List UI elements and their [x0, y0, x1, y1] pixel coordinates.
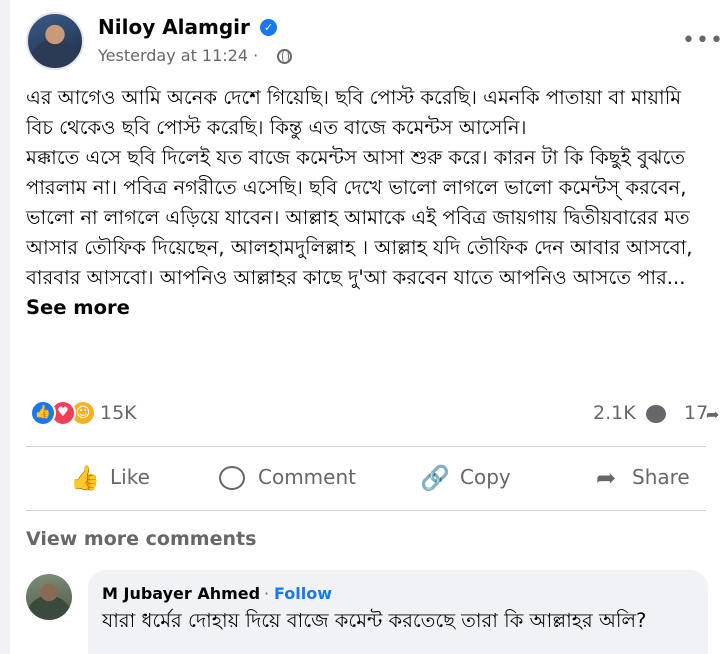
- post-paragraph-2-text: মক্কাতে এসে ছবি দিলেই যত বাজে কমেন্টস আস…: [26, 146, 693, 289]
- divider-top: [26, 446, 706, 447]
- timestamp-text[interactable]: Yesterday at 11:24: [98, 46, 248, 65]
- commenter-avatar[interactable]: [26, 574, 72, 620]
- share-count-icon: ➦: [706, 405, 720, 424]
- copy-label: Copy: [460, 465, 511, 489]
- like-reaction-icon: 👍: [30, 400, 56, 426]
- comment-label: Comment: [258, 465, 356, 489]
- follow-button[interactable]: Follow: [274, 584, 332, 603]
- timestamp-separator: ·: [253, 46, 259, 65]
- comments-count[interactable]: 2.1K: [593, 402, 636, 424]
- share-button[interactable]: ➦ Share: [592, 462, 712, 496]
- share-arrow-icon: ➦: [595, 464, 617, 492]
- view-more-comments-link[interactable]: View more comments: [26, 528, 256, 550]
- comment-button[interactable]: Comment: [218, 462, 388, 496]
- see-more-link[interactable]: See more: [26, 296, 130, 319]
- post-paragraph-2: মক্কাতে এসে ছবি দিলেই যত বাজে কমেন্টস আস…: [26, 143, 706, 323]
- globe-icon[interactable]: [277, 49, 292, 64]
- thumbs-up-icon: 👍: [70, 464, 100, 492]
- author-avatar[interactable]: [26, 12, 84, 70]
- post-timestamp[interactable]: Yesterday at 11:24 ·: [98, 46, 258, 65]
- comment-text: যারা ধর্মের দোহায় দিয়ে বাজে কমেন্ট করত…: [102, 609, 647, 632]
- author-name[interactable]: Niloy Alamgir: [98, 15, 250, 39]
- speech-bubble-icon: [218, 464, 246, 492]
- share-label: Share: [632, 465, 690, 489]
- shares-count[interactable]: 17: [684, 402, 708, 424]
- post-card: Niloy Alamgir ✓ Yesterday at 11:24 · •••…: [10, 0, 720, 654]
- copy-button[interactable]: 🔗 Copy: [420, 462, 540, 496]
- post-header: Niloy Alamgir ✓ Yesterday at 11:24 · •••: [10, 10, 720, 74]
- comment-bubble: M Jubayer Ahmed · Follow যারা ধর্মের দোহ…: [88, 570, 708, 654]
- reaction-count[interactable]: 15K: [100, 402, 137, 424]
- verified-badge-icon: ✓: [260, 19, 277, 36]
- commenter-name[interactable]: M Jubayer Ahmed: [102, 584, 260, 603]
- more-options-icon[interactable]: •••: [682, 28, 720, 53]
- like-label: Like: [110, 465, 150, 489]
- comment-count-icon: [646, 405, 666, 423]
- post-paragraph-1: এর আগেও আমি অনেক দেশে গিয়েছি। ছবি পোস্ট…: [26, 86, 682, 139]
- link-icon: 🔗: [420, 464, 450, 492]
- like-button[interactable]: 👍 Like: [70, 462, 180, 496]
- divider-bottom: [26, 510, 706, 511]
- post-body: এর আগেও আমি অনেক দেশে গিয়েছি। ছবি পোস্ট…: [26, 83, 706, 323]
- comment-dot-separator: ·: [264, 584, 270, 603]
- comment-item: M Jubayer Ahmed · Follow যারা ধর্মের দোহ…: [26, 570, 716, 654]
